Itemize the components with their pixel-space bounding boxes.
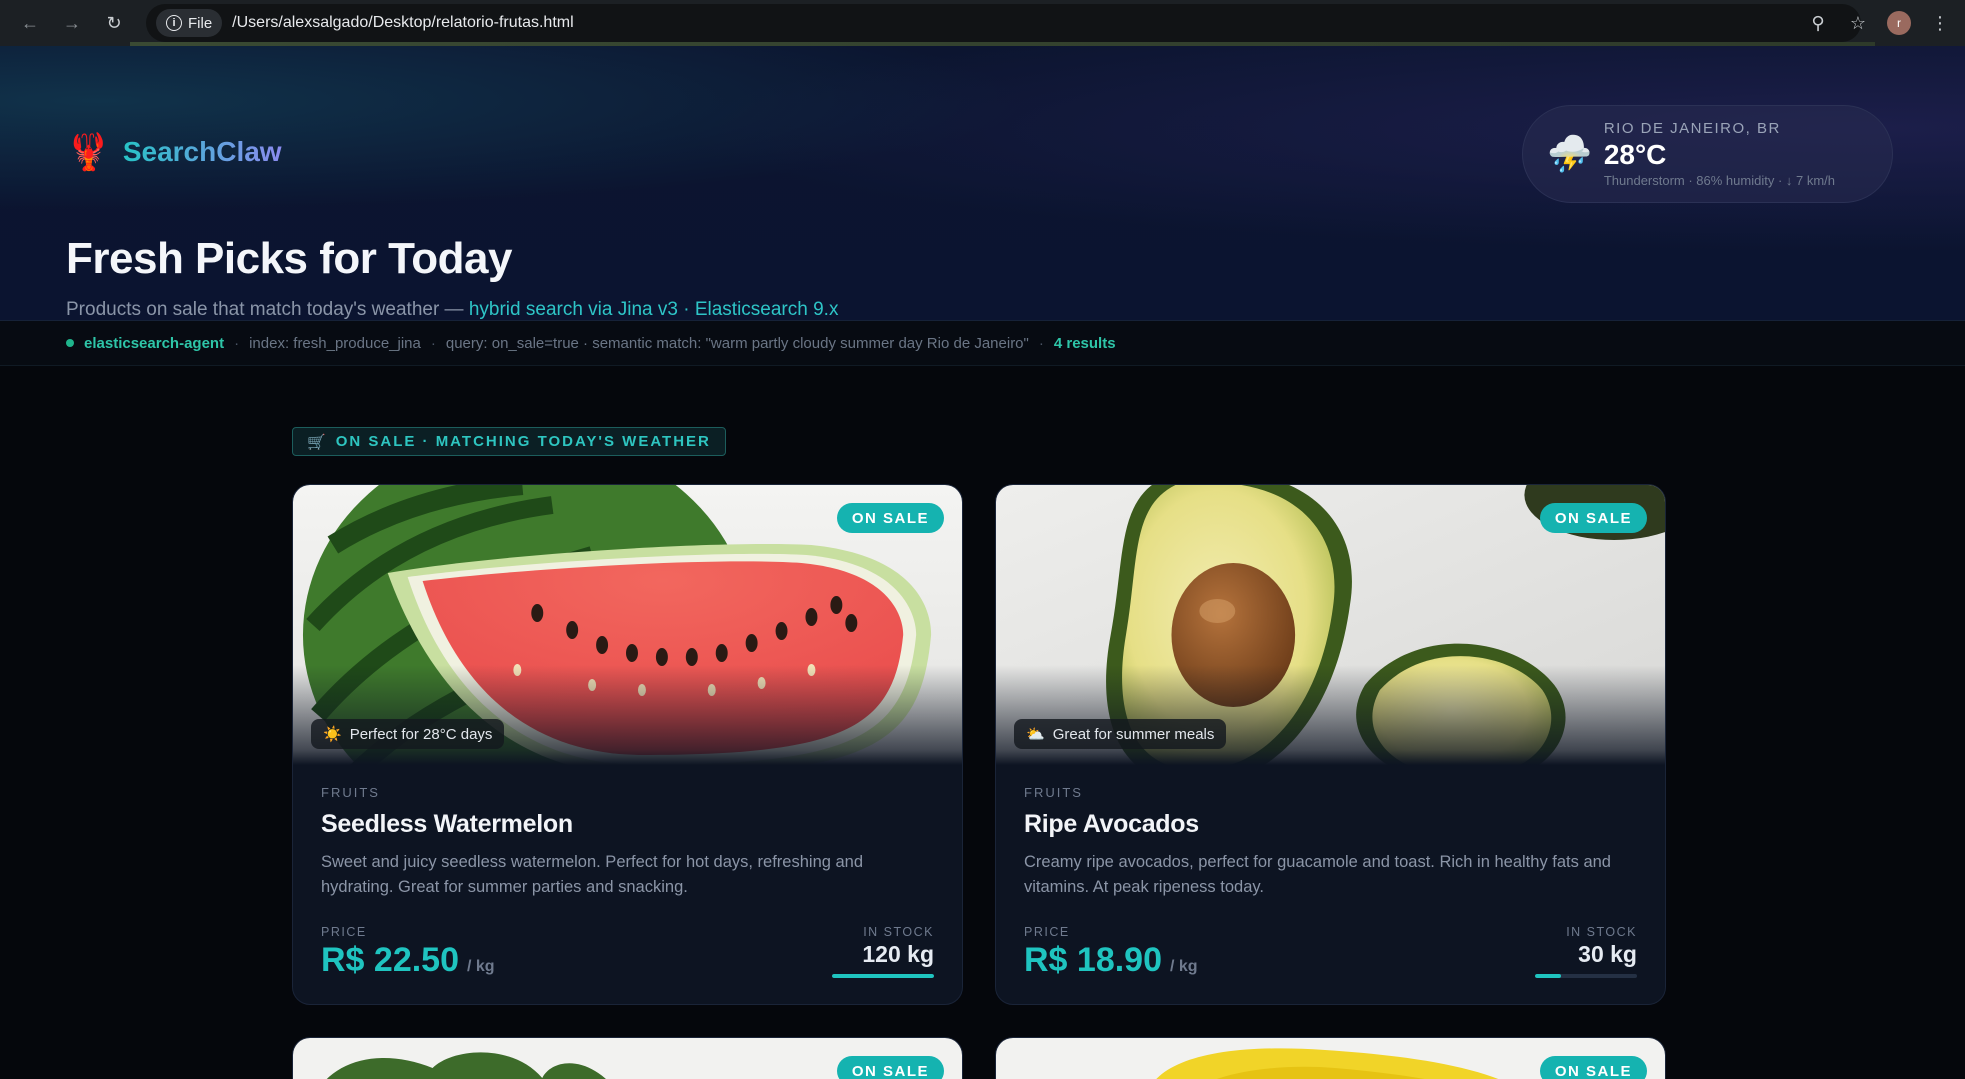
on-sale-badge: ON SALE [1539,503,1647,533]
stock-info: IN STOCK 120 kg [832,925,934,978]
card-body: FRUITS Ripe Avocados Creamy ripe avocado… [1024,785,1637,900]
agent-status-bar: elasticsearch-agent · index: fresh_produ… [0,321,1965,366]
stock-bar [832,974,934,978]
product-name[interactable]: Ripe Avocados [1024,810,1637,839]
subtitle-highlight: hybrid search via Jina v3 · Elasticsearc… [468,299,839,320]
hero-header: 🦞 SearchClaw Fresh Picks for Today Produ… [0,46,1965,321]
separator: · [1038,334,1044,352]
stock-label: IN STOCK [863,925,934,939]
agent-query: query: on_sale=true · semantic match: "w… [445,334,1029,352]
on-sale-badge: ON SALE [836,503,944,533]
stock-bar-fill [1535,974,1561,978]
thunderstorm-icon: ⛈️ [1547,133,1592,174]
site-info-chip[interactable]: i File [156,9,223,37]
weather-match-text: Perfect for 28°C days [349,725,493,743]
product-card[interactable]: ON SALE [995,1037,1666,1079]
image-shade [996,665,1665,765]
on-sale-badge: ON SALE [836,1056,944,1079]
main-content: 🛒 ON SALE · MATCHING TODAY'S WEATHER ON … [0,366,1965,1079]
agent-name: elasticsearch-agent [84,334,225,352]
site-info-label: File [188,14,213,32]
weather-match-tag: ⛅ Great for summer meals [1014,719,1227,749]
star-icon[interactable]: ☆ [1847,13,1869,34]
price-unit: / kg [1170,958,1198,975]
cart-icon: 🛒 [307,433,328,451]
on-sale-badge: ON SALE [1539,1056,1647,1079]
browser-toolbar: ← → ↻ i File /Users/alexsalgado/Desktop/… [0,0,1965,46]
address-bar[interactable]: i File /Users/alexsalgado/Desktop/relato… [146,4,1861,42]
product-card[interactable]: ON SALE ☀️ Perfect for 28°C days FRUITS … [292,484,963,1005]
zoom-icon[interactable]: ⚲ [1807,13,1829,34]
product-name[interactable]: Seedless Watermelon [321,810,934,839]
separator: · [430,334,436,352]
brand-name: SearchClaw [122,136,282,167]
product-category: FRUITS [321,785,380,800]
reload-icon[interactable]: ↻ [98,7,130,39]
more-menu-icon[interactable]: ⋮ [1929,13,1951,34]
weather-city: RIO DE JANEIRO, BR [1603,120,1781,137]
forward-arrow-icon[interactable]: → [56,7,88,39]
subtitle-text: Products on sale that match today's weat… [66,299,469,320]
weather-match-text: Great for summer meals [1052,725,1215,743]
result-count: 4 results [1053,334,1116,352]
sun-behind-cloud-icon: ⛅ [1026,726,1045,743]
price-amount: R$ 18.90 [1024,941,1162,979]
price-unit: / kg [467,958,495,975]
url-text[interactable]: /Users/alexsalgado/Desktop/relatorio-fru… [232,14,573,32]
weather-desc: Thunderstorm · 86% humidity · ↓ 7 km/h [1603,173,1836,188]
stock-bar-fill [832,974,934,978]
product-description: Sweet and juicy seedless watermelon. Per… [321,853,864,896]
weather-match-tag: ☀️ Perfect for 28°C days [311,719,505,749]
stock-bar [1535,974,1637,978]
info-icon: i [166,15,182,31]
price-row: PRICE R$ 18.90 / kg IN STOCK 30 kg [1024,925,1637,985]
product-description: Creamy ripe avocados, perfect for guacam… [1024,853,1611,896]
weather-widget: ⛈️ RIO DE JANEIRO, BR 28°C Thunderstorm … [1522,105,1893,203]
profile-avatar[interactable]: r [1887,11,1911,35]
status-dot [66,339,74,347]
price-amount: R$ 22.50 [321,941,459,979]
product-card[interactable]: ON SALE [292,1037,963,1079]
product-category: FRUITS [1024,785,1083,800]
image-shade [293,665,962,765]
separator: · [234,334,240,352]
stock-label: IN STOCK [1566,925,1637,939]
lobster-icon: 🦞 [66,131,111,172]
card-body: FRUITS Seedless Watermelon Sweet and jui… [321,785,934,900]
section-label: ON SALE · MATCHING TODAY'S WEATHER [335,433,711,450]
agent-index: index: fresh_produce_jina [249,334,421,352]
product-card[interactable]: ON SALE ⛅ Great for summer meals FRUITS … [995,484,1666,1005]
sun-icon: ☀️ [323,726,342,743]
weather-temp: 28°C [1603,139,1667,170]
stock-info: IN STOCK 30 kg [1535,925,1637,978]
back-arrow-icon[interactable]: ← [14,7,46,39]
page-title: Fresh Picks for Today [66,234,512,283]
stock-value: 30 kg [1578,941,1637,967]
section-tag: 🛒 ON SALE · MATCHING TODAY'S WEATHER [292,427,726,456]
price-row: PRICE R$ 22.50 / kg IN STOCK 120 kg [321,925,934,985]
brand[interactable]: 🦞 SearchClaw [66,134,282,170]
page-subtitle: Products on sale that match today's weat… [66,299,838,321]
stock-value: 120 kg [862,941,934,967]
